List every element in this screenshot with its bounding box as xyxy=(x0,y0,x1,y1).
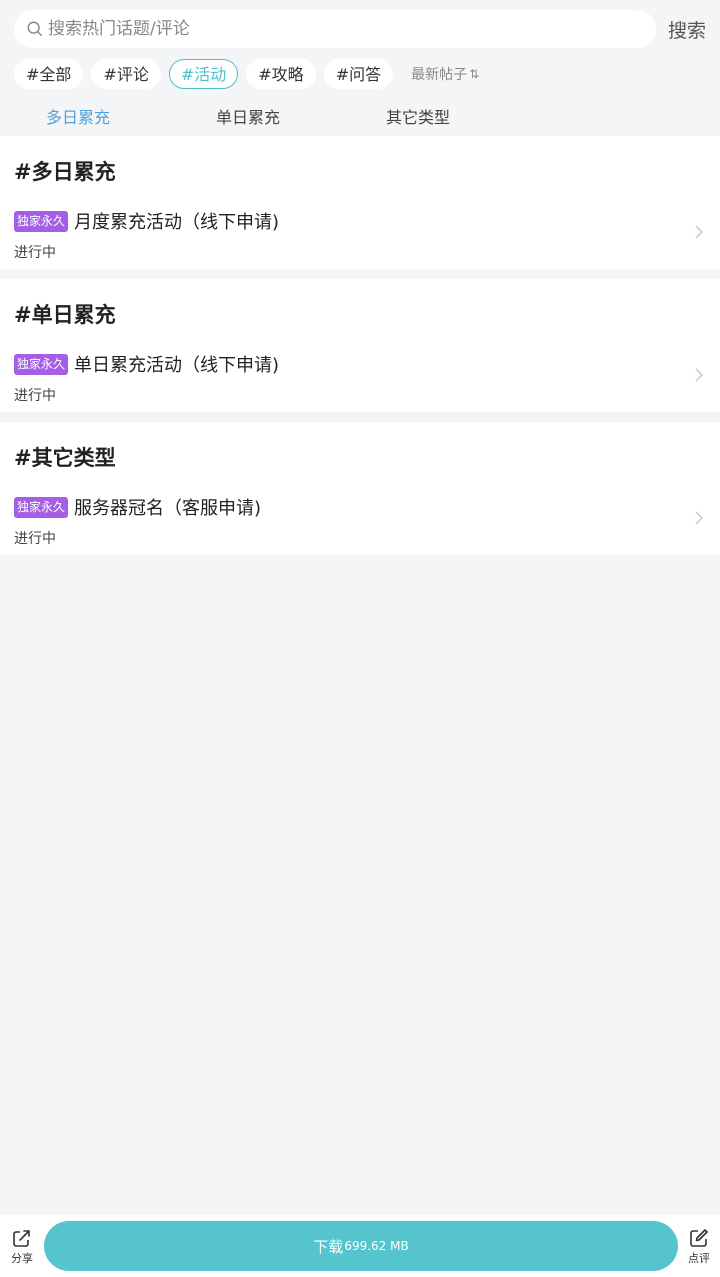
section-card: #单日累充 独家永久 单日累充活动（线下申请) 进行中 xyxy=(0,279,720,412)
tag-comment[interactable]: #评论 xyxy=(91,59,161,89)
activity-title: 单日累充活动（线下申请) xyxy=(74,355,280,376)
activity-title: 月度累充活动（线下申请) xyxy=(74,212,280,233)
activity-status: 进行中 xyxy=(14,245,56,261)
search-row: 搜索 xyxy=(14,10,706,48)
section-title: #单日累充 xyxy=(14,303,116,327)
section-card: #其它类型 独家永久 服务器冠名（客服申请) 进行中 xyxy=(0,422,720,555)
search-icon xyxy=(27,21,43,37)
sort-latest-button[interactable]: 最新帖子 ⇅ xyxy=(411,64,479,84)
sort-icon: ⇅ xyxy=(469,67,480,81)
edit-icon xyxy=(690,1228,708,1247)
activity-item[interactable]: 独家永久 月度累充活动（线下申请) xyxy=(14,208,706,234)
exclusive-badge: 独家永久 xyxy=(14,210,69,232)
subtab-bar: 多日累充 单日累充 其它类型 xyxy=(0,104,720,128)
activity-item[interactable]: 独家永久 单日累充活动（线下申请) xyxy=(14,351,706,377)
activity-status: 进行中 xyxy=(14,388,56,404)
exclusive-badge: 独家永久 xyxy=(14,496,69,518)
share-button[interactable]: 分享 xyxy=(0,1227,44,1266)
activity-status: 进行中 xyxy=(14,531,56,547)
activity-item[interactable]: 独家永久 服务器冠名（客服申请) xyxy=(14,494,706,520)
download-size: 699.62 MB xyxy=(344,1239,409,1253)
tag-all[interactable]: #全部 xyxy=(14,59,84,89)
activity-title: 服务器冠名（客服申请) xyxy=(74,498,262,519)
section-card: #多日累充 独家永久 月度累充活动（线下申请) 进行中 xyxy=(0,136,720,269)
bottom-action-bar: 分享 下载 699.62 MB 点评 xyxy=(0,1215,720,1277)
chevron-right-icon[interactable] xyxy=(694,224,704,240)
download-label: 下载 xyxy=(313,1237,344,1256)
section-list: #多日累充 独家永久 月度累充活动（线下申请) 进行中 #单日累充 独家永久 单… xyxy=(0,136,720,555)
review-button[interactable]: 点评 xyxy=(678,1227,720,1266)
sort-label: 最新帖子 xyxy=(411,67,468,83)
download-button[interactable]: 下载 699.62 MB xyxy=(44,1221,678,1271)
subtab-other[interactable]: 其它类型 xyxy=(386,104,450,128)
tag-guide[interactable]: #攻略 xyxy=(246,59,316,89)
tag-qa[interactable]: #问答 xyxy=(323,59,394,89)
top-header: 搜索 #全部 #评论 #活动 #攻略 #问答 最新帖子 ⇅ 多日累充 单日累充 … xyxy=(0,0,720,136)
share-label: 分享 xyxy=(11,1251,33,1265)
tag-activity[interactable]: #活动 xyxy=(168,59,239,89)
chevron-right-icon[interactable] xyxy=(694,367,704,383)
share-icon xyxy=(13,1229,30,1247)
search-button[interactable]: 搜索 xyxy=(666,16,706,43)
chevron-right-icon[interactable] xyxy=(694,510,704,526)
review-label: 点评 xyxy=(688,1251,710,1265)
exclusive-badge: 独家永久 xyxy=(14,353,69,375)
subtab-multi-day[interactable]: 多日累充 xyxy=(46,104,110,128)
section-title: #多日累充 xyxy=(14,160,116,184)
search-input[interactable] xyxy=(48,19,656,39)
tag-filter-bar: #全部 #评论 #活动 #攻略 #问答 最新帖子 ⇅ xyxy=(14,59,479,89)
section-title: #其它类型 xyxy=(14,446,116,470)
subtab-single-day[interactable]: 单日累充 xyxy=(216,104,280,128)
search-box[interactable] xyxy=(14,10,656,48)
